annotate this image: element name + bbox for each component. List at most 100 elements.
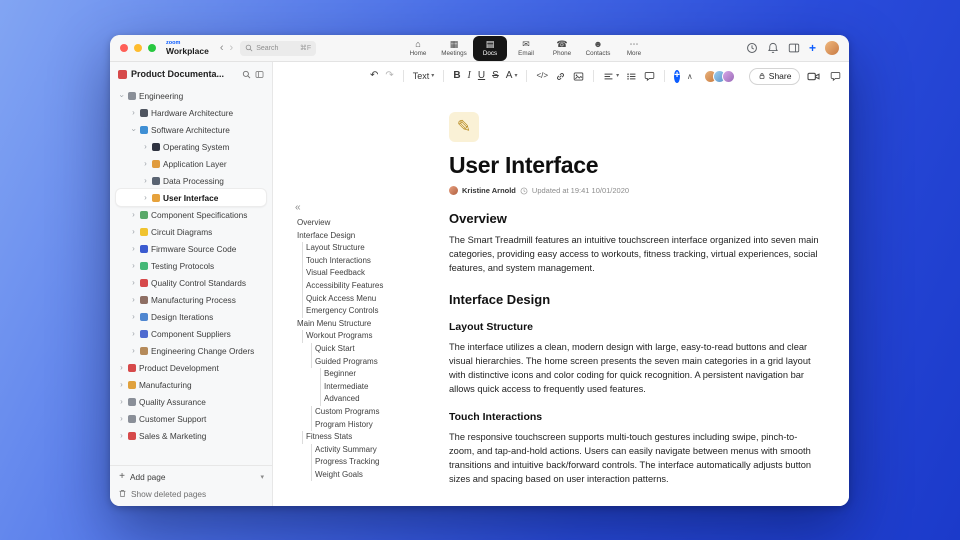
outline-item[interactable]: Emergency Controls: [295, 305, 445, 318]
list-button[interactable]: [626, 71, 637, 82]
sidebar-page-item[interactable]: › Quality Control Standards: [116, 274, 266, 291]
sidebar-page-item[interactable]: › Customer Support: [116, 410, 266, 427]
minimize-window-button[interactable]: [134, 44, 142, 52]
outline-item[interactable]: Main Menu Structure: [295, 318, 445, 331]
close-window-button[interactable]: [120, 44, 128, 52]
sidebar-page-item[interactable]: › Product Development: [116, 359, 266, 376]
collaborator-avatar[interactable]: [721, 69, 735, 83]
collapse-toolbar-icon[interactable]: ∧: [687, 72, 693, 81]
inline-code-button[interactable]: </>: [536, 72, 548, 80]
expand-pages-icon[interactable]: [255, 70, 264, 79]
add-page-chevron-icon[interactable]: ▾: [260, 473, 264, 481]
bold-button[interactable]: B: [453, 71, 460, 81]
outline-item[interactable]: Interface Design: [295, 230, 445, 243]
doc-block[interactable]: The responsive touchscreen supports mult…: [449, 430, 821, 487]
nav-tab[interactable]: ▤ Docs: [473, 36, 507, 61]
nav-tab[interactable]: ✉ Email: [509, 36, 543, 61]
outline-item[interactable]: Quick Start: [295, 342, 445, 356]
sidebar-page-item[interactable]: › Engineering Change Orders: [116, 342, 266, 359]
workspace-title[interactable]: Product Documenta...: [131, 69, 238, 79]
outline-item[interactable]: Activity Summary: [295, 443, 445, 457]
global-search-input[interactable]: Search ⌘F: [240, 40, 317, 56]
chevron-icon[interactable]: ›: [130, 261, 137, 270]
nav-tab[interactable]: ☎ Phone: [545, 36, 579, 61]
outline-item[interactable]: Visual Feedback: [295, 267, 445, 280]
chevron-icon[interactable]: ›: [130, 244, 137, 253]
sidebar-toggle-icon[interactable]: [788, 42, 800, 54]
doc-title[interactable]: User Interface: [449, 152, 821, 179]
chevron-icon[interactable]: ›: [130, 295, 137, 304]
chevron-icon[interactable]: ›: [142, 142, 149, 151]
chevron-icon[interactable]: ›: [118, 397, 125, 406]
image-button[interactable]: [573, 71, 584, 82]
strikethrough-button[interactable]: S: [492, 71, 499, 81]
underline-button[interactable]: U: [478, 71, 485, 81]
chevron-icon[interactable]: ›: [130, 126, 139, 133]
chevron-icon[interactable]: ›: [130, 346, 137, 355]
outline-item[interactable]: Advanced: [295, 393, 445, 406]
outline-item[interactable]: Intermediate: [295, 380, 445, 394]
chevron-icon[interactable]: ›: [118, 414, 125, 423]
nav-tab[interactable]: ☻ Contacts: [581, 36, 615, 61]
italic-button[interactable]: I: [468, 71, 471, 81]
video-camera-icon[interactable]: [807, 71, 821, 82]
back-button[interactable]: ‹: [217, 42, 227, 54]
chevron-icon[interactable]: ›: [118, 380, 125, 389]
sidebar-page-item[interactable]: › Data Processing: [116, 172, 266, 189]
clock-icon[interactable]: [746, 42, 758, 54]
outline-item[interactable]: Workout Programs: [295, 330, 445, 343]
nav-tab[interactable]: ⋯ More: [617, 36, 651, 61]
sidebar-page-item[interactable]: › Component Specifications: [116, 206, 266, 223]
new-item-plus-button[interactable]: +: [809, 42, 816, 54]
nav-tab[interactable]: ▦ Meetings: [437, 36, 471, 61]
outline-item[interactable]: Guided Programs: [295, 355, 445, 369]
sidebar-page-item[interactable]: › Component Suppliers: [116, 325, 266, 342]
sidebar-page-item[interactable]: › Testing Protocols: [116, 257, 266, 274]
outline-item[interactable]: Quick Access Menu: [295, 292, 445, 306]
doc-block[interactable]: Layout Structure: [449, 321, 821, 333]
sidebar-page-item[interactable]: › Hardware Architecture: [116, 104, 266, 121]
sidebar-search-icon[interactable]: [242, 70, 251, 79]
outline-item[interactable]: Touch Interactions: [295, 254, 445, 268]
text-color-button[interactable]: A ▾: [506, 71, 518, 81]
sidebar-page-item[interactable]: › Quality Assurance: [116, 393, 266, 410]
chat-bubble-icon[interactable]: [830, 71, 841, 82]
chevron-icon[interactable]: ›: [142, 193, 149, 202]
sidebar-page-item[interactable]: › Firmware Source Code: [116, 240, 266, 257]
doc-block[interactable]: Touch Interactions: [449, 411, 821, 423]
chevron-icon[interactable]: ›: [130, 210, 137, 219]
chevron-icon[interactable]: ›: [118, 363, 125, 372]
sidebar-page-item[interactable]: › Design Iterations: [116, 308, 266, 325]
sidebar-page-item[interactable]: › Operating System: [116, 138, 266, 155]
chevron-icon[interactable]: ›: [130, 108, 137, 117]
maximize-window-button[interactable]: [148, 44, 156, 52]
chevron-icon[interactable]: ›: [130, 329, 137, 338]
doc-block[interactable]: The interface utilizes a clean, modern d…: [449, 340, 821, 397]
outline-item[interactable]: Accessibility Features: [295, 279, 445, 293]
outline-item[interactable]: Beginner: [295, 368, 445, 381]
sidebar-page-item[interactable]: › Sales & Marketing: [116, 427, 266, 444]
sidebar-page-item[interactable]: › User Interface: [116, 189, 266, 206]
chevron-icon[interactable]: ›: [142, 176, 149, 185]
doc-block[interactable]: Interface Design: [449, 292, 821, 307]
show-deleted-pages-button[interactable]: Show deleted pages: [118, 485, 264, 502]
text-style-dropdown[interactable]: Text ▾: [413, 71, 435, 81]
undo-button[interactable]: ↶: [370, 71, 378, 81]
outline-item[interactable]: Layout Structure: [295, 242, 445, 255]
chevron-icon[interactable]: ›: [130, 312, 137, 321]
sidebar-page-item[interactable]: › Software Architecture: [116, 121, 266, 138]
outline-item[interactable]: Progress Tracking: [295, 456, 445, 469]
chevron-icon[interactable]: ›: [118, 92, 127, 99]
chevron-icon[interactable]: ›: [142, 159, 149, 168]
outline-item[interactable]: Overview: [295, 217, 445, 230]
outline-item[interactable]: Program History: [295, 418, 445, 432]
sidebar-page-item[interactable]: › Circuit Diagrams: [116, 223, 266, 240]
share-button[interactable]: Share: [748, 67, 801, 85]
doc-emoji-icon[interactable]: ✎: [449, 112, 479, 142]
forward-button[interactable]: ›: [227, 42, 237, 54]
chevron-icon[interactable]: ›: [118, 431, 125, 440]
align-dropdown[interactable]: ▾: [603, 71, 619, 82]
user-avatar[interactable]: [825, 41, 839, 55]
doc-block[interactable]: Overview: [449, 211, 821, 226]
insert-block-button[interactable]: +: [674, 69, 680, 83]
